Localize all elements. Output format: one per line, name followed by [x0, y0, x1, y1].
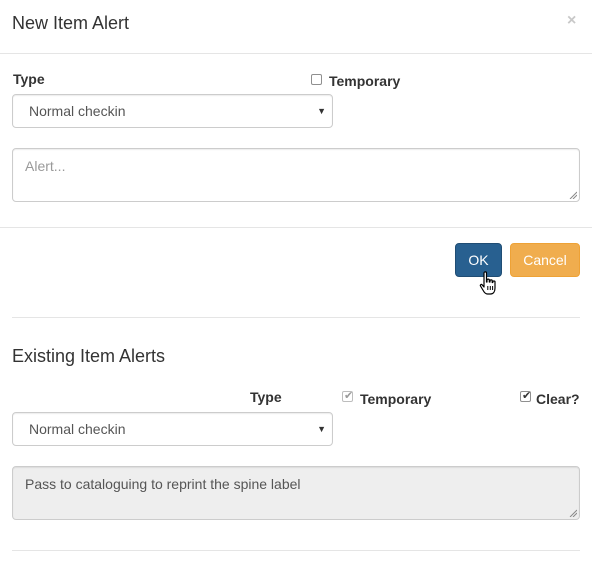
alert-textarea[interactable]: Alert... [12, 148, 580, 202]
chevron-down-icon: ▼ [317, 424, 326, 434]
existing-alert-text: Pass to cataloguing to reprint the spine… [25, 476, 301, 492]
section-divider [12, 317, 580, 318]
bottom-divider [12, 550, 580, 551]
existing-type-select[interactable]: Normal checkin ▼ [12, 412, 333, 446]
modal-title: New Item Alert [12, 13, 130, 33]
type-label: Type [13, 71, 45, 87]
existing-alerts-title: Existing Item Alerts [12, 346, 166, 366]
close-icon[interactable]: × [567, 12, 576, 30]
resize-grip-icon[interactable] [569, 509, 577, 517]
check-icon: ✔ [344, 390, 354, 402]
chevron-down-icon: ▼ [317, 106, 326, 116]
hand-pointer-icon [479, 271, 496, 295]
alert-placeholder: Alert... [25, 158, 66, 174]
cancel-button[interactable]: Cancel [510, 243, 580, 277]
clear-checkbox[interactable]: ✔ [520, 390, 532, 402]
clear-label: Clear? [536, 391, 580, 407]
type-select-value: Normal checkin [29, 103, 126, 119]
existing-type-select-value: Normal checkin [29, 421, 126, 437]
resize-grip-icon[interactable] [569, 191, 577, 199]
type-select[interactable]: Normal checkin ▼ [12, 94, 333, 128]
temporary-label: Temporary [329, 73, 401, 89]
existing-type-label: Type [250, 389, 282, 405]
form-divider [0, 227, 592, 228]
check-icon: ✔ [522, 390, 532, 402]
temporary-checkbox[interactable] [311, 74, 322, 85]
header-divider [0, 53, 592, 54]
existing-temporary-checkbox: ✔ [342, 390, 354, 402]
existing-temporary-label: Temporary [360, 391, 432, 407]
existing-alert-textarea: Pass to cataloguing to reprint the spine… [12, 466, 580, 520]
